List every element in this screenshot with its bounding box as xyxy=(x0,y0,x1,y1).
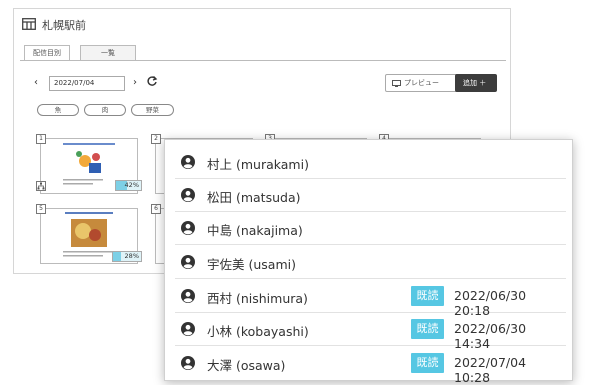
window-header: 札幌駅前 xyxy=(14,9,510,39)
monitor-icon xyxy=(392,80,401,87)
slot-number: 5 xyxy=(36,204,46,214)
preview-label: プレビュー xyxy=(404,79,439,87)
read-timestamp: 2022/07/04 10:28 xyxy=(454,355,527,385)
read-badge: 既読 xyxy=(411,353,444,373)
tab-divider xyxy=(20,60,506,61)
next-date-button[interactable]: › xyxy=(133,77,137,88)
read-badge: 既読 xyxy=(411,286,444,306)
progress-value: 28% xyxy=(124,252,139,260)
user-icon xyxy=(181,322,195,336)
prev-date-button[interactable]: ‹ xyxy=(34,77,38,88)
user-row[interactable]: 大澤 (osawa) 既読 2022/07/04 10:28 xyxy=(175,347,566,385)
user-icon xyxy=(181,289,195,303)
slot-number: 2 xyxy=(151,134,161,144)
store-icon xyxy=(22,18,36,30)
user-icon xyxy=(181,155,195,169)
user-row[interactable]: 西村 (nishimura) 既読 2022/06/30 20:18 xyxy=(175,280,566,318)
tab-by-distribution[interactable]: 配信目別 xyxy=(24,45,70,61)
refresh-icon[interactable] xyxy=(146,75,158,87)
user-name: 小林 (kobayashi) xyxy=(207,324,309,339)
read-progress: 42% xyxy=(115,180,142,191)
user-name: 宇佐美 (usami) xyxy=(207,257,296,272)
progress-value: 42% xyxy=(124,181,139,189)
date-input[interactable]: 2022/07/04 xyxy=(49,76,125,91)
progress-fill xyxy=(113,252,121,261)
user-row[interactable]: 村上 (murakami) xyxy=(175,146,566,179)
read-progress: 28% xyxy=(112,251,142,262)
user-icon xyxy=(181,188,195,202)
content-slot[interactable]: 5 28% xyxy=(36,204,142,266)
user-name: 中島 (nakajima) xyxy=(207,223,303,238)
add-button[interactable]: 追加 ＋ xyxy=(455,74,497,92)
user-row[interactable]: 小林 (kobayashi) 既読 2022/06/30 14:34 xyxy=(175,313,566,351)
page-title: 札幌駅前 xyxy=(42,19,86,32)
user-name: 西村 (nishimura) xyxy=(207,291,308,306)
content-slot[interactable]: 1 42% xyxy=(36,134,142,196)
filter-vegetable[interactable]: 野菜 xyxy=(131,104,174,116)
user-name: 松田 (matsuda) xyxy=(207,190,301,205)
user-icon xyxy=(181,356,195,370)
filter-meat[interactable]: 肉 xyxy=(84,104,126,116)
tab-list[interactable]: 一覧 xyxy=(80,45,136,61)
hierarchy-icon[interactable] xyxy=(36,181,46,191)
read-status-popup: 村上 (murakami) 松田 (matsuda) 中島 (nakajima)… xyxy=(164,139,573,385)
slot-number: 6 xyxy=(151,204,161,214)
user-icon xyxy=(181,221,195,235)
user-row[interactable]: 松田 (matsuda) xyxy=(175,179,566,212)
filter-fish[interactable]: 魚 xyxy=(37,104,79,116)
read-badge: 既読 xyxy=(411,319,444,339)
preview-button[interactable]: プレビュー xyxy=(385,74,464,92)
slot-number: 1 xyxy=(36,134,46,144)
user-row[interactable]: 中島 (nakajima) xyxy=(175,212,566,245)
user-icon xyxy=(181,255,195,269)
user-name: 村上 (murakami) xyxy=(207,157,309,172)
user-name: 大澤 (osawa) xyxy=(207,358,286,373)
user-row[interactable]: 宇佐美 (usami) xyxy=(175,246,566,279)
